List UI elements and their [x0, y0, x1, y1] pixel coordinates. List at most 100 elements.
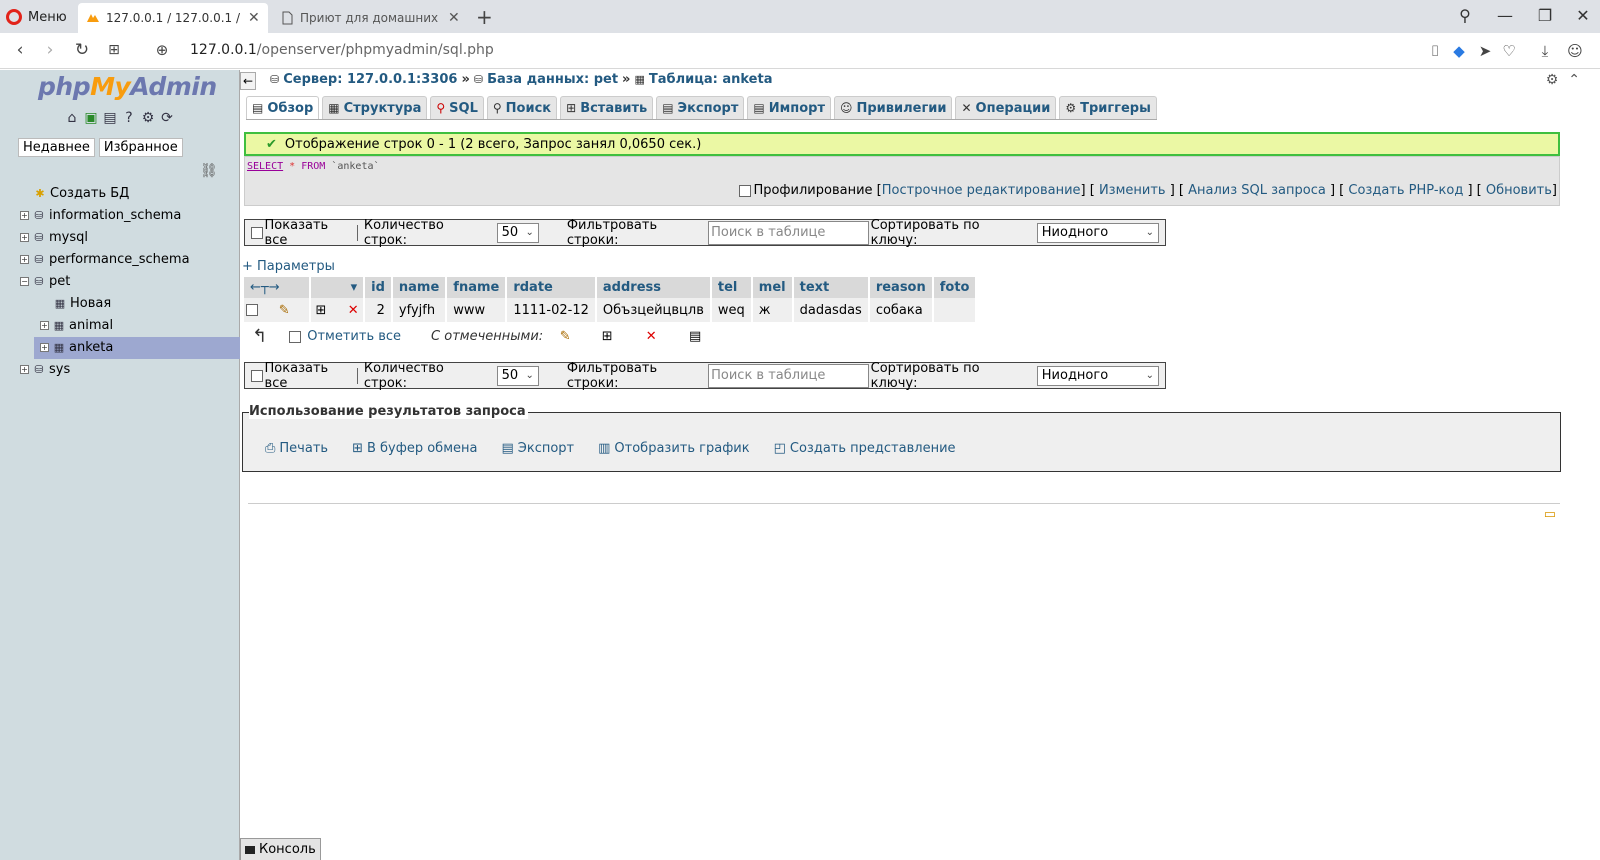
cell-name[interactable]: yfyjfh — [391, 298, 448, 322]
cell-tel[interactable]: weq — [710, 298, 753, 322]
tree-item-new-table[interactable]: ▦ Новая — [20, 293, 240, 315]
display-chart-link[interactable]: ▥ Отобразить график — [598, 441, 749, 456]
print-link[interactable]: ⎙ Печать — [265, 441, 328, 456]
browser-menu-button[interactable]: Меню — [6, 7, 67, 27]
filter-input[interactable]: Поиск в таблице — [708, 220, 869, 245]
heart-icon[interactable]: ♡ — [1500, 42, 1518, 60]
delete-selected-icon[interactable]: ✕ — [643, 329, 659, 344]
tab-search[interactable]: ⚲ Поиск — [486, 96, 558, 119]
rows-select[interactable]: 50 ⌄ — [496, 222, 539, 243]
collapse-nav-button[interactable]: ← — [240, 72, 256, 90]
breadcrumb-database[interactable]: База данных: pet — [487, 72, 618, 87]
url-field[interactable]: 127.0.0.1/openserver/phpmyadmin/sql.php — [190, 42, 494, 58]
send-icon[interactable]: ➤ — [1476, 42, 1494, 60]
maximize-icon[interactable]: ❐ — [1536, 6, 1554, 25]
collapse-icon[interactable]: − — [20, 277, 29, 286]
reload-nav-icon[interactable]: ⟳ — [159, 110, 175, 126]
back-icon[interactable]: ‹ — [10, 41, 30, 59]
column-header-reason[interactable]: reason — [868, 277, 934, 298]
column-menu-dropdown[interactable]: ▾ — [310, 277, 366, 298]
settings-icon[interactable]: ⚙ — [140, 110, 156, 126]
column-header-text[interactable]: text — [792, 277, 870, 298]
vpn-shield-icon[interactable]: ◆ — [1450, 42, 1468, 60]
home-icon[interactable]: ⌂ — [64, 110, 80, 126]
rows-select[interactable]: 50 ⌄ — [496, 365, 539, 386]
expand-icon[interactable]: + — [20, 233, 29, 242]
download-icon[interactable]: ⤓ — [1536, 42, 1554, 60]
new-tab-button[interactable]: + — [476, 5, 493, 29]
close-window-icon[interactable]: ✕ — [1574, 6, 1592, 25]
column-header-foto[interactable]: foto — [932, 277, 978, 298]
tree-item-anketa[interactable]: + ▦ anketa — [34, 337, 240, 359]
tree-item-performance-schema[interactable]: + ⛁ performance_schema — [20, 249, 240, 271]
copy-row-icon[interactable]: ⊞ — [313, 303, 329, 318]
profiling-checkbox[interactable] — [739, 184, 752, 197]
create-view-link[interactable]: ◰ Создать представление — [774, 441, 956, 456]
tab-triggers[interactable]: ⚙ Триггеры — [1059, 96, 1157, 119]
tab-browse[interactable]: ▤ Обзор — [246, 96, 320, 119]
check-all-checkbox[interactable] — [289, 330, 302, 343]
page-settings-icon[interactable]: ⚙ — [1546, 72, 1559, 88]
tree-item-pet[interactable]: − ⛁ pet — [20, 271, 240, 293]
tree-item-information-schema[interactable]: + ⛁ information_schema — [20, 205, 240, 227]
edit-selected-icon[interactable]: ✎ — [557, 329, 573, 344]
column-header-fname[interactable]: fname — [446, 277, 508, 298]
row-checkbox[interactable] — [246, 304, 258, 316]
tree-item-mysql[interactable]: + ⛁ mysql — [20, 227, 240, 249]
scroll-top-icon[interactable]: ⌃ — [1568, 72, 1580, 88]
cell-address[interactable]: Объзцейцвцлв — [595, 298, 712, 322]
column-header-mel[interactable]: mel — [751, 277, 794, 298]
minimize-icon[interactable]: — — [1496, 6, 1514, 25]
show-all-checkbox[interactable] — [251, 369, 263, 382]
tree-item-create-db[interactable]: ✱ Создать БД — [20, 183, 240, 205]
expand-icon[interactable]: + — [20, 255, 29, 264]
tab-operations[interactable]: ✕ Операции — [955, 96, 1057, 119]
column-header-name[interactable]: name — [391, 277, 448, 298]
tab-structure[interactable]: ▦ Структура — [322, 96, 428, 119]
tab-insert[interactable]: ⊞ Вставить — [560, 96, 654, 119]
expand-icon[interactable]: + — [40, 321, 49, 330]
inline-edit-link[interactable]: Построчное редактирование — [882, 183, 1081, 198]
options-link[interactable]: + Параметры — [242, 259, 335, 274]
snapshot-icon[interactable]: ⌷ — [1426, 42, 1444, 60]
tab-close-icon[interactable]: ✕ — [248, 10, 260, 26]
tree-item-sys[interactable]: + ⛁ sys — [20, 359, 240, 381]
favorites-button[interactable]: Избранное — [98, 138, 183, 157]
edit-pencil-icon[interactable]: ✎ — [276, 303, 292, 318]
reload-icon[interactable]: ↻ — [72, 41, 92, 59]
create-php-code-link[interactable]: Создать PHP-код — [1348, 183, 1463, 198]
notepad-icon[interactable]: ▭ — [1544, 507, 1556, 522]
export-selected-icon[interactable]: ▤ — [687, 329, 703, 344]
column-resize-arrows[interactable]: ←┬→ — [244, 277, 311, 298]
column-header-tel[interactable]: tel — [710, 277, 753, 298]
cell-id[interactable]: 2 — [364, 298, 393, 322]
logout-icon[interactable]: ▣ — [83, 110, 99, 126]
recent-button[interactable]: Недавнее — [18, 138, 95, 157]
browser-tab-phpmyadmin[interactable]: 127.0.0.1 / 127.0.0.1 / pet / ✕ — [78, 3, 268, 33]
cell-fname[interactable]: www — [446, 298, 508, 322]
expand-icon[interactable]: + — [20, 211, 29, 220]
cell-foto[interactable] — [932, 298, 978, 322]
column-header-address[interactable]: address — [595, 277, 712, 298]
export-link[interactable]: ▤ Экспорт — [501, 441, 574, 456]
column-header-rdate[interactable]: rdate — [506, 277, 597, 298]
console-button[interactable]: Консоль — [240, 838, 321, 860]
site-info-icon[interactable]: ⊕ — [152, 41, 172, 59]
tab-import[interactable]: ▤ Импорт — [747, 96, 831, 119]
tree-item-animal[interactable]: + ▦ animal — [20, 315, 240, 337]
search-tabs-icon[interactable]: ⚲ — [1456, 6, 1474, 25]
sort-select[interactable]: Ниодного ⌄ — [1036, 365, 1159, 386]
sql-select[interactable]: SELECT — [247, 161, 283, 172]
expand-icon[interactable]: + — [20, 365, 29, 374]
cell-mel[interactable]: ж — [751, 298, 794, 322]
tab-privileges[interactable]: ☺ Привилегии — [833, 96, 953, 119]
edit-link[interactable]: Изменить — [1099, 183, 1166, 198]
forward-icon[interactable]: › — [40, 41, 60, 59]
user-profile-icon[interactable]: ☺ — [1566, 42, 1584, 60]
speed-dial-icon[interactable]: ⊞ — [104, 41, 124, 59]
copy-to-clipboard-link[interactable]: ⊞ В буфер обмена — [352, 441, 477, 456]
breadcrumb-table[interactable]: Таблица: anketa — [649, 72, 773, 87]
sort-select[interactable]: Ниодного ⌄ — [1036, 222, 1159, 243]
breadcrumb-server[interactable]: Сервер: 127.0.0.1:3306 — [283, 72, 457, 87]
check-all-link[interactable]: Отметить все — [307, 329, 401, 344]
